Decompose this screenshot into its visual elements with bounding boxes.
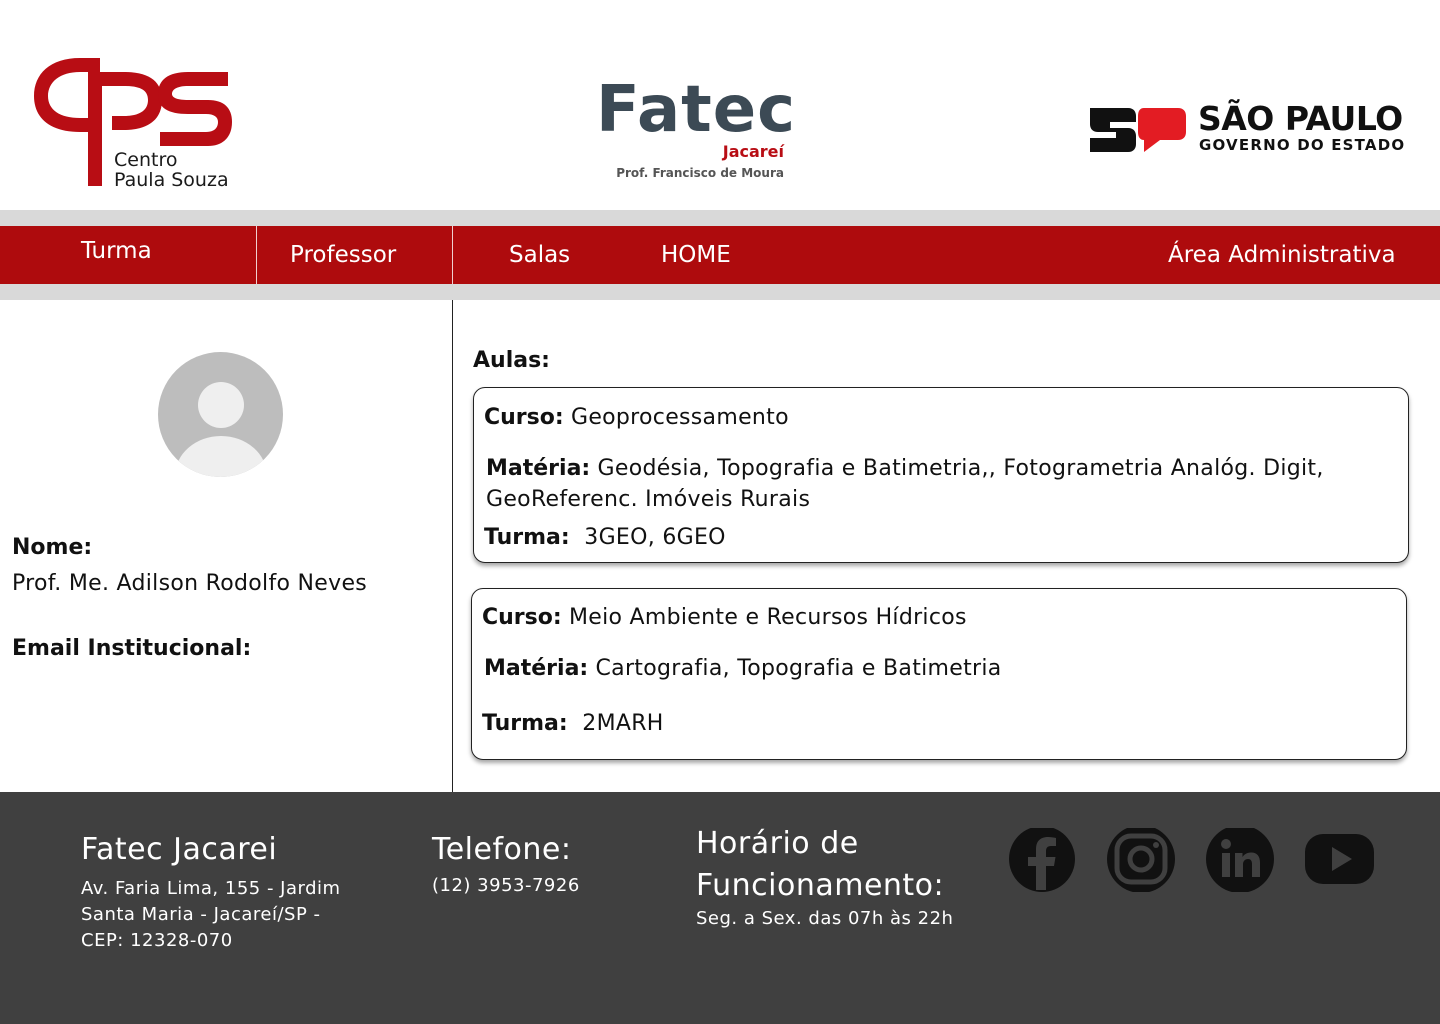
footer: Fatec Jacarei Av. Faria Lima, 155 - Jard… (0, 792, 1440, 1024)
nav-border-bottom (0, 284, 1440, 300)
aula-materia: Matéria: Cartografia, Topografia e Batim… (484, 653, 1002, 684)
materia-value: Cartografia, Topografia e Batimetria (595, 656, 1002, 681)
professor-name: Prof. Me. Adilson Rodolfo Neves (12, 571, 368, 596)
sao-paulo-subtitle: GOVERNO DO ESTADO (1199, 136, 1406, 154)
curso-label: Curso: (482, 605, 562, 630)
aula-materia: Matéria: Geodésia, Topografia e Batimetr… (486, 453, 1386, 515)
footer-hours-title-cont: Funcionamento: (696, 868, 945, 903)
footer-address: Av. Faria Lima, 155 - Jardim Santa Maria… (81, 876, 341, 954)
nav-divider (452, 226, 453, 284)
facebook-icon[interactable] (1008, 826, 1078, 892)
fatec-logo-city: Jacareí (722, 142, 784, 161)
curso-label: Curso: (484, 405, 564, 430)
footer-phone-title: Telefone: (432, 832, 572, 867)
footer-title: Fatec Jacarei (81, 832, 278, 867)
fatec-logo[interactable]: Fatec Jacareí Prof. Francisco de Moura (596, 76, 796, 186)
instagram-icon[interactable] (1106, 825, 1176, 893)
name-label: Nome: (12, 535, 93, 560)
cps-text-line1: Centro (114, 149, 178, 171)
turma-value: 3GEO, 6GEO (584, 525, 726, 550)
youtube-icon[interactable] (1304, 828, 1374, 892)
email-label: Email Institucional: (12, 636, 252, 661)
aulas-title: Aulas: (473, 348, 550, 373)
footer-address-line: Av. Faria Lima, 155 - Jardim (81, 878, 341, 899)
fatec-logo-title: Fatec (596, 73, 797, 147)
nav-item-salas[interactable]: Salas (509, 242, 570, 268)
linkedin-icon[interactable] (1205, 825, 1275, 893)
turma-label: Turma: (484, 525, 570, 550)
cps-text-line2: Paula Souza (114, 169, 229, 191)
materia-value: Geodésia, Topografia e Batimetria,, Foto… (597, 456, 1324, 481)
curso-value: Meio Ambiente e Recursos Hídricos (568, 605, 967, 630)
cps-logo[interactable]: Centro Paula Souza (28, 52, 238, 192)
footer-phone[interactable]: (12) 3953-7926 (432, 873, 580, 899)
footer-address-line: CEP: 12328-070 (81, 930, 233, 951)
materia-label: Matéria: (486, 456, 591, 481)
sao-paulo-logo[interactable]: SÃO PAULO GOVERNO DO ESTADO (1088, 100, 1418, 160)
turma-value: 2MARH (582, 711, 664, 736)
footer-hours-title: Horário de (696, 826, 859, 861)
materia-label: Matéria: (484, 656, 589, 681)
aula-turma: Turma: 3GEO, 6GEO (484, 522, 726, 553)
turma-label: Turma: (482, 711, 568, 736)
fatec-logo-subtitle: Prof. Francisco de Moura (616, 166, 784, 180)
nav-item-admin-area[interactable]: Área Administrativa (1168, 242, 1396, 268)
footer-hours: Seg. a Sex. das 07h às 22h (696, 908, 954, 929)
main-nav: Turma Professor Salas HOME Área Administ… (0, 226, 1440, 284)
curso-value: Geoprocessamento (570, 405, 789, 430)
aula-turma: Turma: 2MARH (482, 708, 664, 739)
content-divider (452, 300, 453, 792)
sao-paulo-name: SÃO PAULO (1198, 99, 1403, 138)
sao-paulo-logo-mark (1090, 108, 1186, 152)
nav-border-top (0, 210, 1440, 226)
nav-divider (256, 226, 257, 284)
footer-address-line: Santa Maria - Jacareí/SP - (81, 904, 321, 925)
nav-item-home[interactable]: HOME (661, 242, 731, 268)
aula-card: Curso: Geoprocessamento Matéria: Geodési… (473, 387, 1409, 563)
nav-item-professor[interactable]: Professor (290, 242, 396, 268)
materia-value-cont: GeoReferenc. Imóveis Rurais (486, 487, 811, 512)
aula-card: Curso: Meio Ambiente e Recursos Hídricos… (471, 588, 1407, 760)
aula-curso: Curso: Geoprocessamento (484, 402, 789, 433)
header: Centro Paula Souza Fatec Jacareí Prof. F… (0, 0, 1440, 210)
nav-item-turma[interactable]: Turma (81, 238, 152, 264)
avatar-icon (158, 352, 283, 477)
aula-curso: Curso: Meio Ambiente e Recursos Hídricos (482, 602, 967, 633)
